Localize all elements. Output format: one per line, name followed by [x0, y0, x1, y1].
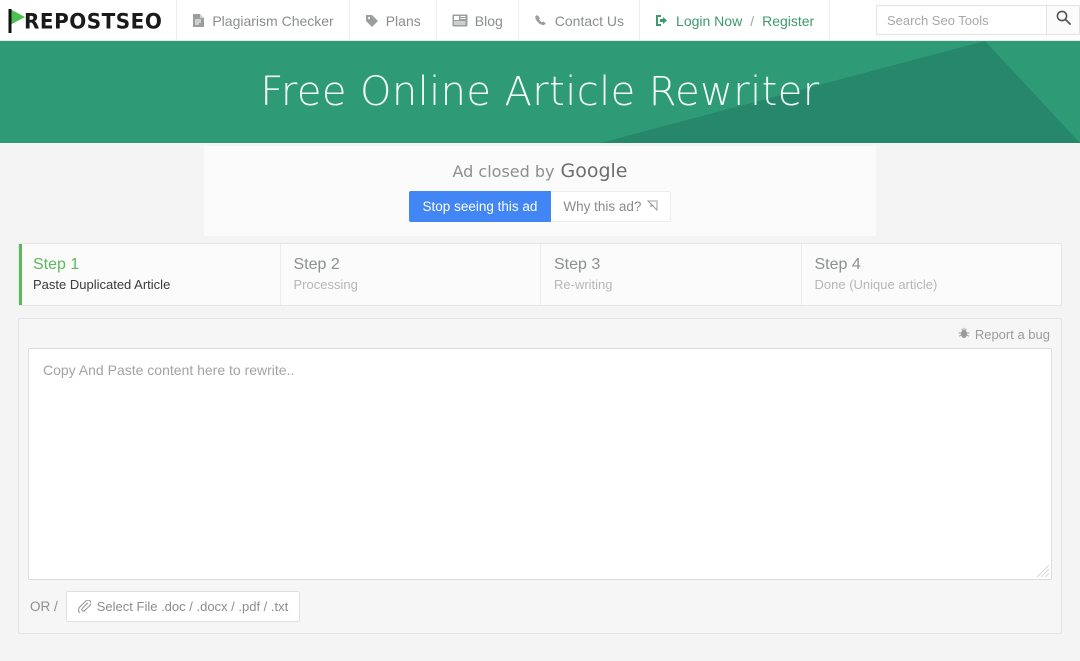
- page-hero-banner: Free Online Article Rewriter: [0, 41, 1080, 143]
- ad-closed-title: Ad closed by Google: [453, 160, 628, 182]
- step-title: Step 4: [814, 256, 861, 273]
- step-2[interactable]: Step 2 Processing: [279, 244, 541, 305]
- nav-label: Plagiarism Checker: [212, 12, 334, 29]
- stop-seeing-this-ad-button[interactable]: Stop seeing this ad: [408, 191, 552, 222]
- select-file-button[interactable]: Select File .doc / .docx / .pdf / .txt: [65, 591, 301, 622]
- login-separator: /: [750, 12, 755, 29]
- nav-item-plans[interactable]: Plans: [348, 0, 436, 41]
- ad-buttons: Stop seeing this ad Why this ad?: [408, 191, 672, 222]
- rewriter-panel: Report a bug OR / Select File .doc / .do…: [18, 318, 1062, 634]
- bug-icon: [958, 327, 970, 342]
- report-a-bug-link[interactable]: Report a bug: [958, 327, 1050, 342]
- sign-in-icon: [655, 14, 669, 27]
- steps-bar: Step 1 Paste Duplicated Article Step 2 P…: [18, 243, 1062, 306]
- ad-closed-box: Ad closed by Google Stop seeing this ad …: [204, 146, 876, 236]
- ad-strip: Ad closed by Google Stop seeing this ad …: [0, 143, 1080, 238]
- or-label: OR /: [30, 599, 58, 614]
- step-3[interactable]: Step 3 Re-writing: [540, 244, 801, 305]
- site-logo[interactable]: REPOSTSEO: [0, 0, 176, 41]
- nav-label: Blog: [474, 12, 503, 29]
- why-this-ad-button[interactable]: Why this ad?: [551, 191, 672, 222]
- nav-item-contact-us[interactable]: Contact Us: [517, 0, 639, 41]
- nav-item-blog[interactable]: Blog: [435, 0, 518, 41]
- nav-label: Contact Us: [554, 12, 625, 29]
- why-this-ad-label: Why this ad?: [563, 199, 642, 214]
- step-subtitle: Done (Unique article): [814, 277, 938, 292]
- step-subtitle: Processing: [293, 277, 358, 292]
- nav-item-plagiarism-checker[interactable]: Plagiarism Checker: [176, 0, 348, 41]
- search-input[interactable]: [876, 5, 1046, 35]
- search-box: [876, 5, 1080, 35]
- tag-icon: [365, 14, 379, 28]
- newspaper-icon: [452, 14, 468, 27]
- step-4[interactable]: Step 4 Done (Unique article): [800, 244, 1062, 305]
- step-1[interactable]: Step 1 Paste Duplicated Article: [19, 244, 280, 305]
- search-icon: [1056, 10, 1071, 30]
- step-subtitle: Re-writing: [554, 277, 613, 292]
- document-icon: [192, 13, 205, 28]
- search-area: [876, 0, 1080, 40]
- step-title: Step 2: [293, 256, 340, 273]
- ad-closed-text: Ad closed by: [452, 162, 555, 181]
- step-title: Step 1: [33, 256, 80, 273]
- paperclip-icon: [77, 600, 91, 613]
- logo-text: REPOSTSEO: [24, 7, 163, 34]
- search-button[interactable]: [1046, 5, 1080, 35]
- top-navigation-bar: REPOSTSEO Plagiarism Checker Plans Blog: [0, 0, 1080, 41]
- report-a-bug-label: Report a bug: [974, 327, 1050, 342]
- login-label: Login Now: [676, 12, 743, 29]
- nav-label: Plans: [385, 12, 421, 29]
- textarea-wrapper: [28, 348, 1052, 580]
- file-upload-row: OR / Select File .doc / .docx / .pdf / .…: [28, 580, 1052, 623]
- step-subtitle: Paste Duplicated Article: [33, 277, 171, 292]
- select-file-label: Select File .doc / .docx / .pdf / .txt: [96, 599, 289, 614]
- nav-item-login-register[interactable]: Login Now / Register: [639, 0, 831, 41]
- phone-icon: [534, 14, 548, 28]
- adchoices-icon: [647, 200, 658, 214]
- step-title: Step 3: [554, 256, 601, 273]
- register-label: Register: [762, 12, 815, 29]
- article-input-textarea[interactable]: [28, 348, 1052, 580]
- panel-toolbar: Report a bug: [28, 327, 1052, 348]
- page-title: Free Online Article Rewriter: [260, 69, 820, 115]
- nav-items: Plagiarism Checker Plans Blog Contact Us: [176, 0, 831, 41]
- google-brand-label: Google: [560, 160, 628, 182]
